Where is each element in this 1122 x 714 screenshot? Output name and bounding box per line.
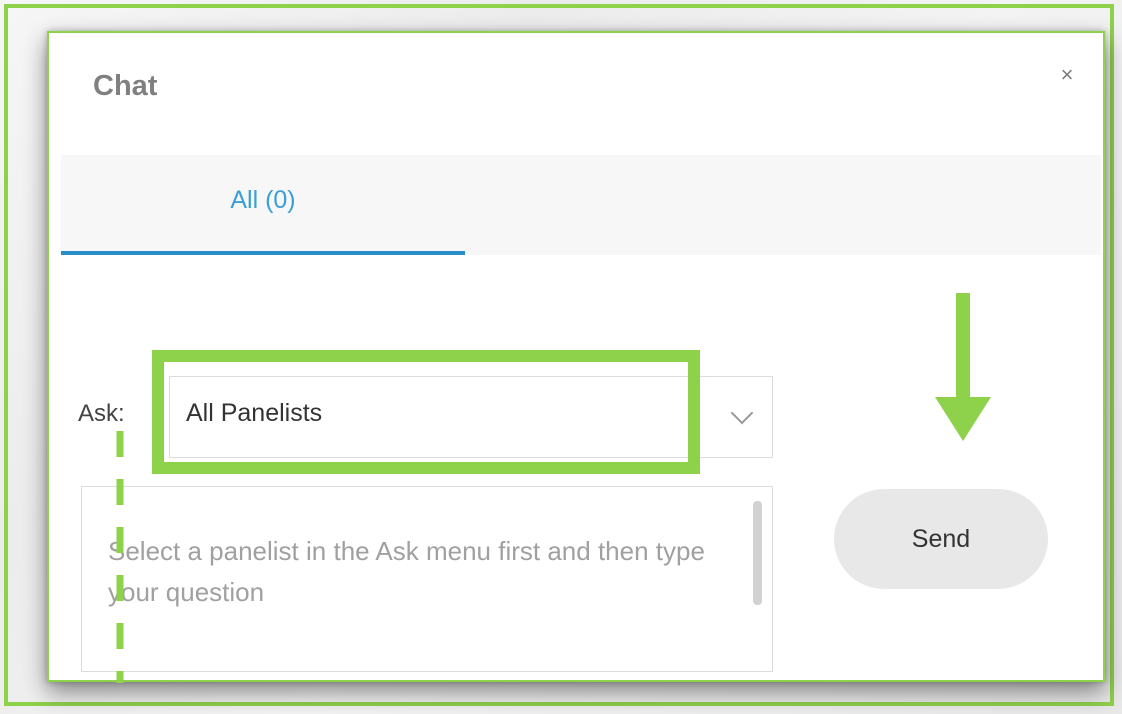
ask-dropdown[interactable]: All Panelists	[169, 376, 773, 458]
question-placeholder: Select a panelist in the Ask menu first …	[108, 536, 705, 607]
chat-panel: Chat × All (0) Ask: All Panelists Select…	[47, 31, 1105, 683]
active-tab-indicator	[61, 251, 465, 255]
question-input[interactable]: Select a panelist in the Ask menu first …	[81, 486, 773, 672]
ask-label: Ask:	[78, 400, 125, 427]
tab-strip: All (0)	[61, 155, 1101, 255]
tab-all[interactable]: All (0)	[61, 155, 465, 255]
send-button[interactable]: Send	[834, 489, 1048, 589]
scrollbar[interactable]	[753, 501, 762, 605]
close-icon[interactable]: ×	[1055, 63, 1079, 87]
ask-selected-value: All Panelists	[186, 399, 323, 427]
arrow-down-icon	[935, 293, 991, 441]
chevron-down-icon[interactable]	[730, 401, 754, 425]
chat-title: Chat	[71, 53, 255, 119]
annotation-dashed-line	[116, 431, 124, 683]
